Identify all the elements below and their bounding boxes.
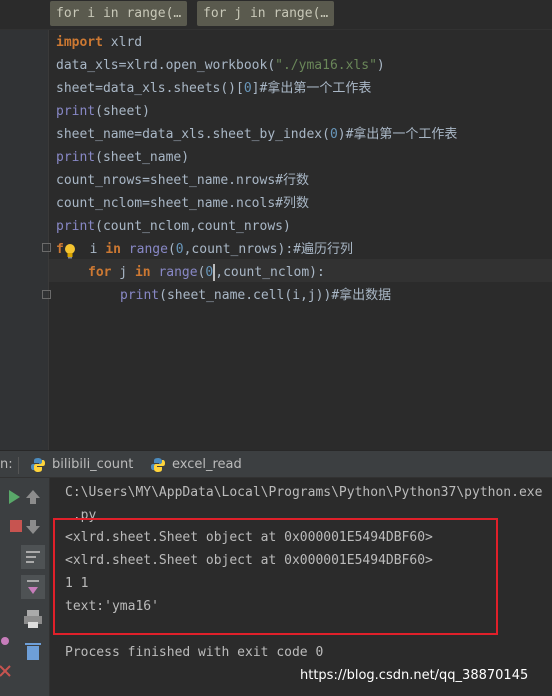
breadcrumb-item-outer-loop[interactable]: for i in range(… (50, 1, 188, 26)
console-line: Process finished with exit code 0 (65, 645, 324, 660)
code-editor[interactable]: import xlrd data_xls=xlrd.open_workbook(… (0, 30, 552, 450)
code-line-4: print(sheet) (56, 104, 150, 119)
code-line-3: sheet=data_xls.sheets()[0]#拿出第一个工作表 (56, 81, 372, 96)
code-line-6: print(sheet_name) (56, 150, 190, 165)
run-tool-header: n: bilibili_count excel_read (0, 450, 552, 478)
breadcrumb: for i in range(… for j in range(… (0, 0, 552, 30)
run-tab-label: bilibili_count (52, 457, 134, 472)
scroll-up-icon[interactable] (20, 484, 46, 510)
header-divider (18, 457, 19, 474)
gutter-divider (48, 30, 49, 450)
annotation-highlight-box (53, 518, 498, 635)
scroll-to-end-icon[interactable] (20, 574, 46, 600)
watermark: https://blog.csdn.net/qq_38870145 (300, 668, 529, 683)
run-label: n: (0, 457, 13, 472)
run-tab-excel-read[interactable]: excel_read (150, 456, 242, 474)
code-line-12: print(sheet_name.cell(i,j))#拿出数据 (120, 288, 392, 303)
code-line-10: f i in range(0,count_nrows):#遍历行列 (56, 242, 353, 257)
lightbulb-icon[interactable] (63, 243, 77, 259)
fold-marker-icon[interactable] (42, 290, 51, 299)
code-line-1: import xlrd (56, 35, 143, 50)
editor-gutter (0, 30, 48, 450)
soft-wrap-icon[interactable] (20, 544, 46, 570)
fold-marker-icon[interactable] (42, 243, 51, 252)
run-tab-label: excel_read (172, 457, 242, 472)
pin-icon[interactable] (0, 628, 18, 654)
code-line-2: data_xls=xlrd.open_workbook("./yma16.xls… (56, 58, 385, 73)
close-icon[interactable] (0, 658, 18, 684)
run-toolbar (0, 478, 50, 696)
python-icon (151, 457, 165, 472)
scroll-down-icon[interactable] (20, 514, 46, 540)
run-tab-bilibili-count[interactable]: bilibili_count (30, 456, 133, 474)
print-icon[interactable] (20, 606, 46, 632)
code-line-11: for j in range(0 ,count_nclom): (88, 264, 325, 281)
console-line: C:\Users\MY\AppData\Local\Programs\Pytho… (65, 485, 543, 500)
code-line-7: count_nrows=sheet_name.nrows#行数 (56, 173, 309, 188)
breadcrumb-item-inner-loop[interactable]: for j in range(… (197, 1, 335, 26)
python-icon (31, 457, 45, 472)
code-line-5: sheet_name=data_xls.sheet_by_index(0)#拿出… (56, 127, 458, 142)
trash-icon[interactable] (20, 638, 46, 664)
code-line-8: count_nclom=sheet_name.ncols#列数 (56, 196, 309, 211)
code-line-9: print(count_nclom,count_nrows) (56, 219, 291, 234)
